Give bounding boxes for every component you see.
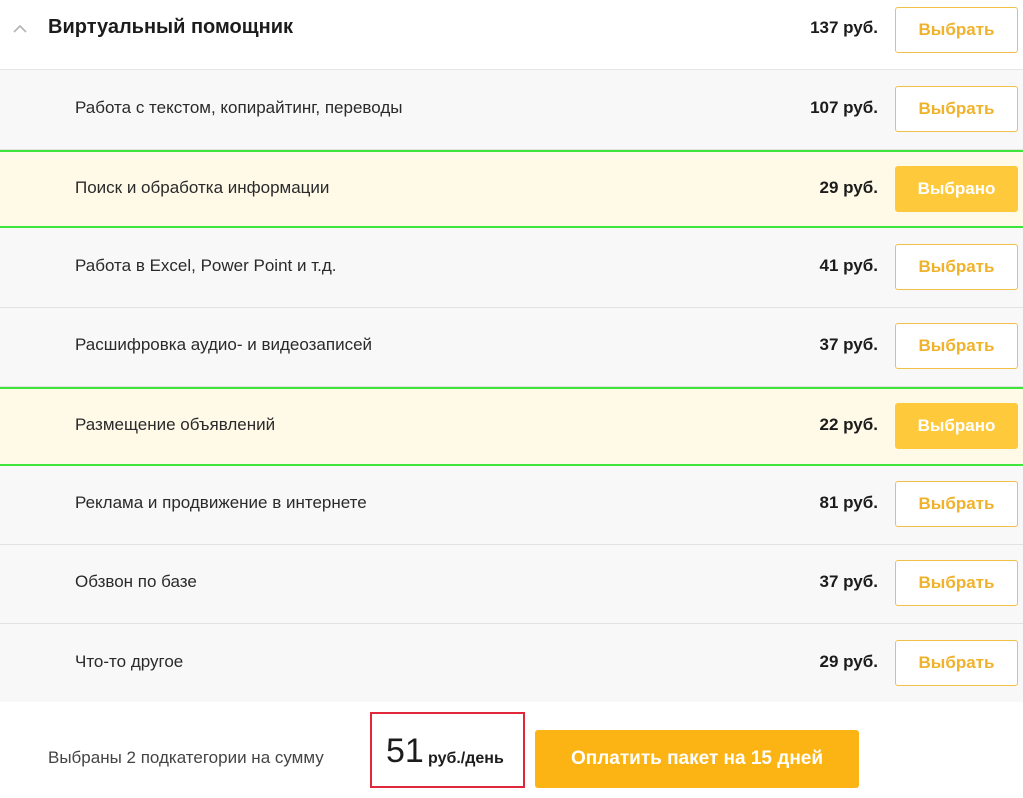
total-amount: 51 руб./день: [370, 712, 525, 788]
list-item: Работа в Excel, Power Point и т.д. 41 ру…: [0, 228, 1023, 308]
select-category-button[interactable]: Выбрать: [895, 7, 1018, 53]
item-price: 37 руб.: [819, 335, 878, 354]
category-title: Виртуальный помощник: [48, 16, 294, 38]
pay-package-button[interactable]: Оплатить пакет на 15 дней: [535, 730, 859, 788]
list-item: Работа с текстом, копирайтинг, переводы …: [0, 70, 1023, 150]
selected-button[interactable]: Выбрано: [895, 403, 1018, 449]
item-label: Обзвон по базе: [75, 572, 197, 591]
item-label: Что-то другое: [75, 652, 184, 671]
list-item: Расшифровка аудио- и видеозаписей 37 руб…: [0, 308, 1023, 387]
select-button[interactable]: Выбрать: [895, 560, 1018, 606]
item-label: Реклама и продвижение в интернете: [75, 493, 367, 512]
list-item-selected: Размещение объявлений 22 руб. Выбрано: [0, 387, 1023, 466]
item-price: 37 руб.: [819, 572, 878, 591]
item-price: 29 руб.: [819, 178, 878, 197]
select-button[interactable]: Выбрать: [895, 323, 1018, 369]
list-item: Реклама и продвижение в интернете 81 руб…: [0, 466, 1023, 545]
item-label: Размещение объявлений: [75, 415, 276, 434]
item-label: Работа в Excel, Power Point и т.д.: [75, 256, 337, 275]
category-header[interactable]: Виртуальный помощник 137 руб. Выбрать: [0, 0, 1023, 70]
select-button[interactable]: Выбрать: [895, 86, 1018, 132]
item-price: 41 руб.: [819, 256, 878, 275]
list-item-selected: Поиск и обработка информации 29 руб. Выб…: [0, 150, 1023, 228]
order-summary: Выбраны 2 подкатегории на сумму 51 руб./…: [0, 702, 1023, 798]
selected-button[interactable]: Выбрано: [895, 166, 1018, 212]
total-unit: руб./день: [428, 750, 504, 767]
item-label: Работа с текстом, копирайтинг, переводы: [75, 98, 403, 117]
item-price: 29 руб.: [819, 652, 878, 671]
total-value: 51: [386, 732, 424, 770]
chevron-up-icon[interactable]: [12, 22, 28, 36]
category-price: 137 руб.: [810, 18, 878, 37]
select-button[interactable]: Выбрать: [895, 244, 1018, 290]
summary-text: Выбраны 2 подкатегории на сумму: [48, 748, 324, 767]
list-item: Обзвон по базе 37 руб. Выбрать: [0, 545, 1023, 624]
item-price: 81 руб.: [819, 493, 878, 512]
select-button[interactable]: Выбрать: [895, 481, 1018, 527]
select-button[interactable]: Выбрать: [895, 640, 1018, 686]
item-label: Поиск и обработка информации: [75, 178, 330, 197]
item-price: 22 руб.: [819, 415, 878, 434]
item-price: 107 руб.: [810, 98, 878, 117]
list-item: Что-то другое 29 руб. Выбрать: [0, 624, 1023, 702]
item-label: Расшифровка аудио- и видеозаписей: [75, 335, 373, 354]
